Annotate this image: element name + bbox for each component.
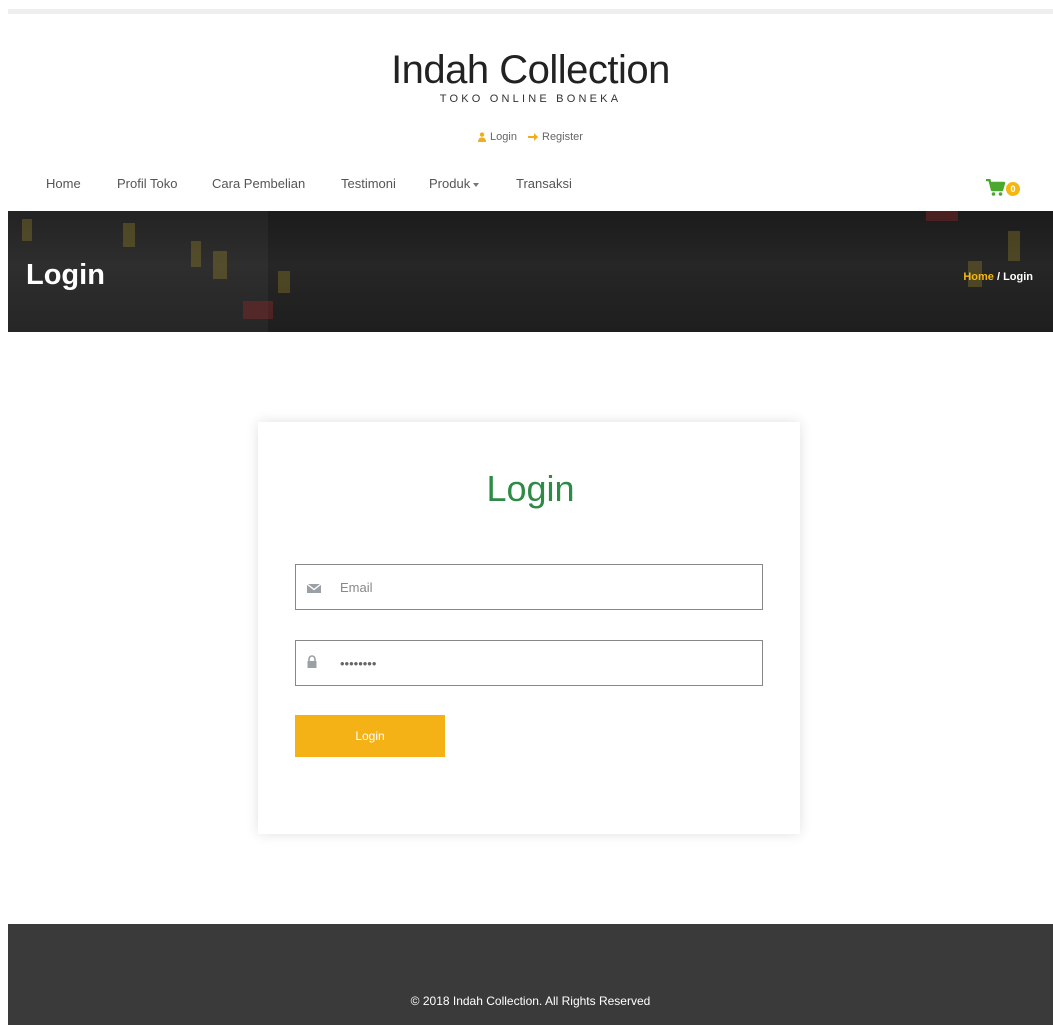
login-link-label: Login [490, 131, 517, 143]
password-input[interactable] [340, 641, 750, 685]
banner-decor [191, 241, 201, 267]
caret-down-icon [473, 182, 480, 187]
banner-decor [926, 211, 958, 221]
main-nav: Home Profil Toko Cara Pembelian Testimon… [0, 176, 1053, 198]
footer: © 2018 Indah Collection. All Rights Rese… [8, 924, 1053, 1025]
shopping-cart-icon [986, 179, 1006, 196]
page-banner: Login Home / Login [8, 211, 1053, 332]
email-input[interactable] [340, 565, 750, 609]
banner-decor [123, 223, 135, 247]
banner-decor [1008, 231, 1020, 261]
nav-transaksi[interactable]: Transaksi [516, 176, 572, 191]
nav-home[interactable]: Home [46, 176, 81, 191]
nav-testimoni[interactable]: Testimoni [341, 176, 396, 191]
register-link[interactable]: Register [528, 131, 583, 143]
email-field[interactable] [295, 564, 763, 610]
auth-links: Login Register [0, 131, 1053, 145]
banner-decor [22, 219, 32, 241]
site-title[interactable]: Indah Collection [0, 48, 1053, 92]
register-link-label: Register [542, 131, 583, 143]
page-title: Login [26, 259, 105, 291]
banner-decor [213, 251, 227, 279]
login-link[interactable]: Login [478, 131, 517, 143]
cart-count-badge: 0 [1006, 182, 1020, 196]
brand: Indah Collection TOKO ONLINE BONEKA [0, 48, 1053, 106]
breadcrumb-home[interactable]: Home [963, 271, 994, 283]
login-form-title: Login [486, 468, 575, 509]
footer-copyright: © 2018 Indah Collection. All Rights Rese… [410, 994, 651, 1008]
password-field[interactable] [295, 640, 763, 686]
user-icon [478, 132, 487, 142]
cart-button[interactable]: 0 [986, 177, 1022, 201]
nav-cara-pembelian[interactable]: Cara Pembelian [212, 176, 305, 191]
nav-profil-toko[interactable]: Profil Toko [117, 176, 177, 191]
arrow-right-icon [528, 133, 538, 141]
banner-decor [278, 271, 290, 293]
lock-icon [307, 655, 317, 668]
site-subtitle: TOKO ONLINE BONEKA [439, 93, 622, 105]
top-rule [8, 9, 1053, 14]
breadcrumb-current: Login [1003, 271, 1033, 283]
envelope-icon [306, 583, 322, 593]
nav-produk[interactable]: Produk [429, 176, 480, 191]
breadcrumb-separator: / [993, 271, 1004, 283]
login-submit-button[interactable]: Login [295, 715, 445, 757]
banner-decor [243, 301, 273, 319]
breadcrumb: Home / Login [963, 271, 1033, 283]
nav-produk-label: Produk [429, 176, 471, 191]
